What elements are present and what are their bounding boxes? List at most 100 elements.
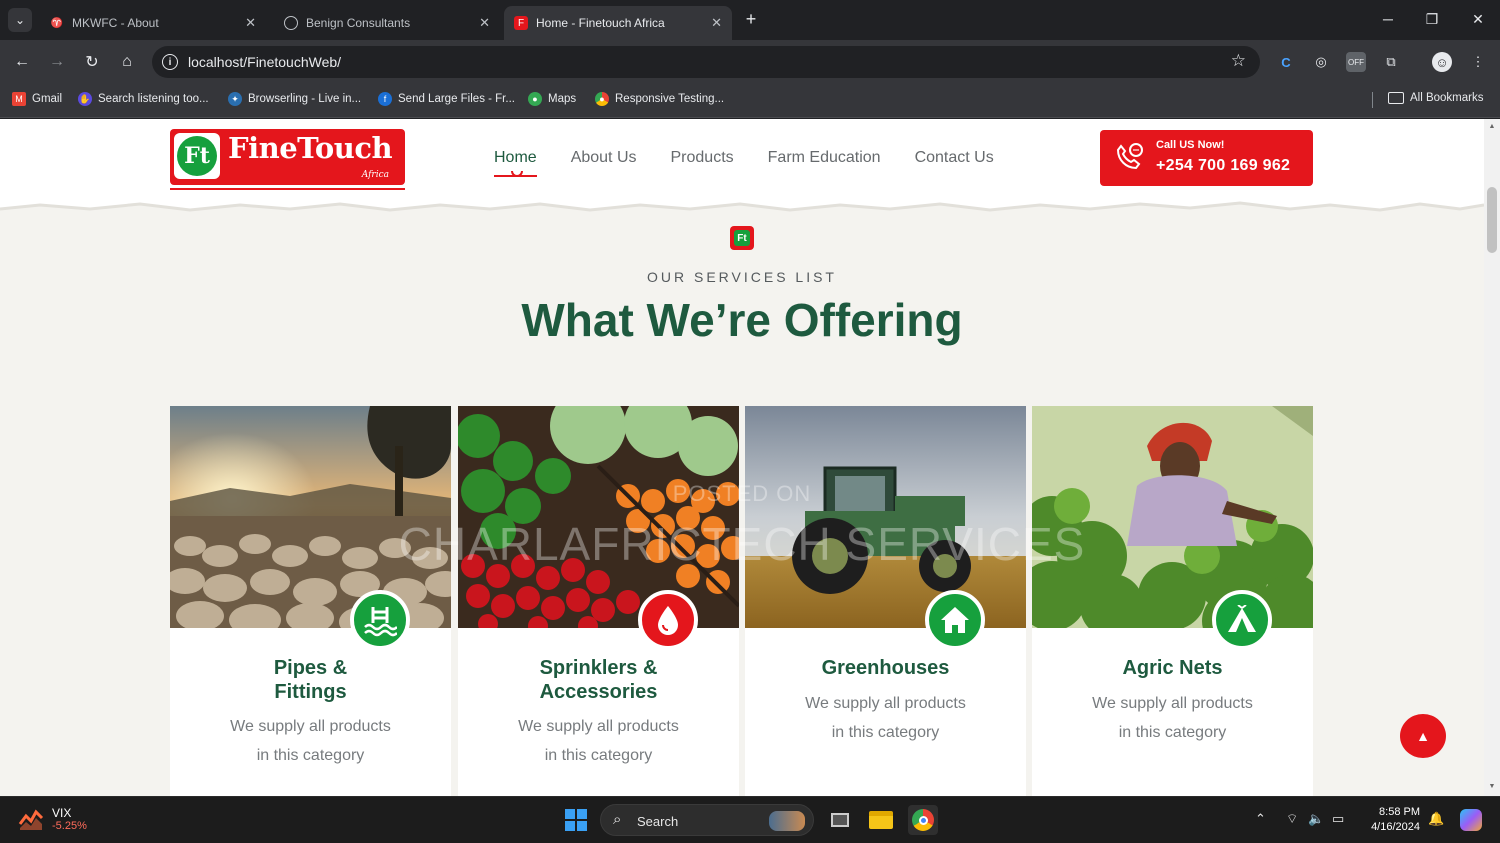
section-title: What We’re Offering bbox=[521, 294, 963, 346]
service-card-greenhouses[interactable]: Greenhouses We supply all products in th… bbox=[745, 406, 1026, 796]
send-files-icon: f bbox=[378, 92, 392, 106]
card-description: We supply all products in this category bbox=[785, 689, 986, 747]
home-icon[interactable]: ⌂ bbox=[115, 50, 139, 74]
url-text[interactable]: localhost/FinetouchWeb/ bbox=[188, 54, 341, 70]
scroll-up-arrow-icon[interactable]: ▲ bbox=[1488, 123, 1496, 131]
card-desc-line2: in this category bbox=[1118, 724, 1227, 741]
tab-mkwfc[interactable]: ♈ MKWFC - About ✕ bbox=[40, 6, 266, 40]
service-card-agric-nets[interactable]: Agric Nets We supply all products in thi… bbox=[1032, 406, 1313, 796]
volume-mute-icon[interactable]: 🔈 bbox=[1308, 811, 1324, 827]
finetouch-logo[interactable]: Ft FineTouch Africa bbox=[170, 129, 405, 190]
call-number: +254 700 169 962 bbox=[1156, 157, 1291, 174]
wifi-icon[interactable]: ⌔ bbox=[1286, 811, 1298, 827]
tab-finetouch[interactable]: F Home - Finetouch Africa ✕ bbox=[504, 6, 732, 40]
site-info-icon[interactable]: i bbox=[162, 54, 178, 70]
back-icon[interactable]: ← bbox=[10, 50, 34, 74]
card-description: We supply all products in this category bbox=[1072, 689, 1273, 747]
stock-widget[interactable]: VIX -5.25% bbox=[18, 806, 87, 832]
card-desc-line1: We supply all products bbox=[1092, 695, 1253, 712]
extension-circle-icon[interactable]: ◎ bbox=[1311, 52, 1331, 72]
bookmark-label: Browserling - Live in... bbox=[248, 93, 362, 105]
all-bookmarks[interactable]: All Bookmarks bbox=[1388, 92, 1484, 104]
tent-icon bbox=[1212, 590, 1272, 650]
close-tab-icon[interactable]: ✕ bbox=[711, 15, 722, 31]
benign-favicon-icon bbox=[284, 16, 298, 30]
site-header: Ft FineTouch Africa Home About Us Produc… bbox=[0, 119, 1484, 203]
service-card-sprinklers[interactable]: Sprinklers & Accessories We supply all p… bbox=[458, 406, 739, 796]
scroll-to-top-button[interactable]: ▲ bbox=[1400, 714, 1446, 758]
card-title: Sprinklers & Accessories bbox=[478, 656, 719, 704]
search-listening-icon: ✋ bbox=[78, 92, 92, 106]
extension-off-icon[interactable]: OFF bbox=[1346, 52, 1366, 72]
tab-search-button[interactable]: ⌄ bbox=[8, 8, 32, 32]
bookmark-search-listening[interactable]: ✋ Search listening too... bbox=[78, 92, 209, 106]
card-title-line1: Sprinklers & bbox=[539, 657, 658, 679]
nav-contact-us[interactable]: Contact Us bbox=[915, 149, 994, 167]
maps-pin-icon: ● bbox=[528, 92, 542, 106]
card-description: We supply all products in this category bbox=[210, 712, 411, 770]
bookmark-gmail[interactable]: M Gmail bbox=[12, 92, 62, 106]
main-navigation: Home About Us Products Farm Education Co… bbox=[494, 149, 1028, 177]
call-us-button[interactable]: Call US Now! +254 700 169 962 bbox=[1100, 130, 1313, 186]
copilot-icon[interactable] bbox=[1456, 805, 1486, 835]
search-icon: ⌕ bbox=[613, 811, 622, 828]
chrome-taskbar-icon[interactable] bbox=[908, 805, 938, 835]
clock-date: 4/16/2024 bbox=[1371, 821, 1420, 833]
call-label: Call US Now! bbox=[1156, 139, 1225, 151]
bookmark-browserling[interactable]: ✦ Browserling - Live in... bbox=[228, 92, 361, 106]
card-title-line1: Greenhouses bbox=[821, 657, 950, 679]
chevron-up-icon: ▲ bbox=[1416, 728, 1430, 744]
phone-chat-icon bbox=[1116, 143, 1143, 170]
battery-icon[interactable]: ▭ bbox=[1332, 811, 1344, 827]
torn-paper-edge bbox=[0, 197, 1484, 212]
browserling-icon: ✦ bbox=[228, 92, 242, 106]
menu-kebab-icon[interactable]: ⋮ bbox=[1468, 52, 1488, 72]
extension-c-icon[interactable]: C bbox=[1276, 52, 1296, 72]
close-tab-icon[interactable]: ✕ bbox=[479, 15, 490, 31]
nav-about-us[interactable]: About Us bbox=[571, 149, 637, 167]
logo-mark-text: Ft bbox=[177, 136, 217, 176]
task-view-icon[interactable] bbox=[825, 805, 855, 835]
bookmark-label: Send Large Files - Fr... bbox=[398, 93, 515, 105]
service-card-pipes[interactable]: Pipes & Fittings We supply all products … bbox=[170, 406, 451, 796]
notification-bell-icon[interactable]: 🔔 bbox=[1428, 811, 1444, 827]
file-explorer-icon[interactable] bbox=[866, 805, 896, 835]
tab-label: Benign Consultants bbox=[306, 16, 411, 30]
scroll-thumb[interactable] bbox=[1487, 187, 1497, 253]
profile-avatar-icon[interactable]: ☺ bbox=[1432, 52, 1452, 72]
windows-taskbar: VIX -5.25% ⌕ Search ⌃ ⌔ 🔈 ▭ 8:58 PM 4/16… bbox=[0, 796, 1500, 843]
address-bar[interactable]: i localhost/FinetouchWeb/ ☆ bbox=[152, 46, 1260, 78]
forward-icon[interactable]: → bbox=[45, 50, 69, 74]
vegetables-photo bbox=[458, 406, 739, 628]
bookmark-responsive-testing[interactable]: ● Responsive Testing... bbox=[595, 92, 724, 106]
nav-farm-education[interactable]: Farm Education bbox=[768, 149, 881, 167]
page-scrollbar[interactable]: ▲ ▼ bbox=[1484, 119, 1500, 796]
reload-icon[interactable]: ↻ bbox=[80, 50, 104, 74]
nav-home[interactable]: Home bbox=[494, 149, 537, 177]
bookmark-send-large-files[interactable]: f Send Large Files - Fr... bbox=[378, 92, 515, 106]
windows-start-icon[interactable] bbox=[561, 805, 591, 835]
bookmark-maps[interactable]: ● Maps bbox=[528, 92, 576, 106]
system-clock[interactable]: 8:58 PM 4/16/2024 bbox=[1362, 805, 1420, 835]
extensions-puzzle-icon[interactable]: ⧉ bbox=[1381, 52, 1401, 72]
close-window-icon[interactable]: ✕ bbox=[1466, 8, 1490, 30]
section-logo-mark: Ft bbox=[734, 230, 750, 246]
close-tab-icon[interactable]: ✕ bbox=[245, 15, 256, 31]
restore-icon[interactable]: ❐ bbox=[1420, 8, 1444, 30]
tab-benign[interactable]: Benign Consultants ✕ bbox=[274, 6, 500, 40]
widget-value: -5.25% bbox=[52, 820, 87, 832]
minimize-icon[interactable]: ─ bbox=[1376, 8, 1400, 30]
bookmark-label: Maps bbox=[548, 93, 577, 105]
card-title: Agric Nets bbox=[1052, 656, 1293, 680]
tea-picker-photo bbox=[1032, 406, 1313, 628]
tray-chevron-up-icon[interactable]: ⌃ bbox=[1255, 811, 1266, 827]
taskbar-search-box[interactable]: ⌕ Search bbox=[600, 804, 814, 836]
scroll-down-arrow-icon[interactable]: ▼ bbox=[1488, 783, 1496, 791]
card-desc-line2: in this category bbox=[544, 747, 653, 764]
new-tab-button[interactable]: + bbox=[740, 8, 762, 30]
card-title-line2: Accessories bbox=[539, 681, 658, 703]
nav-products[interactable]: Products bbox=[671, 149, 734, 167]
logo-text: FineTouch bbox=[228, 131, 393, 165]
bookmark-star-icon[interactable]: ☆ bbox=[1231, 51, 1246, 71]
card-desc-line1: We supply all products bbox=[805, 695, 966, 712]
